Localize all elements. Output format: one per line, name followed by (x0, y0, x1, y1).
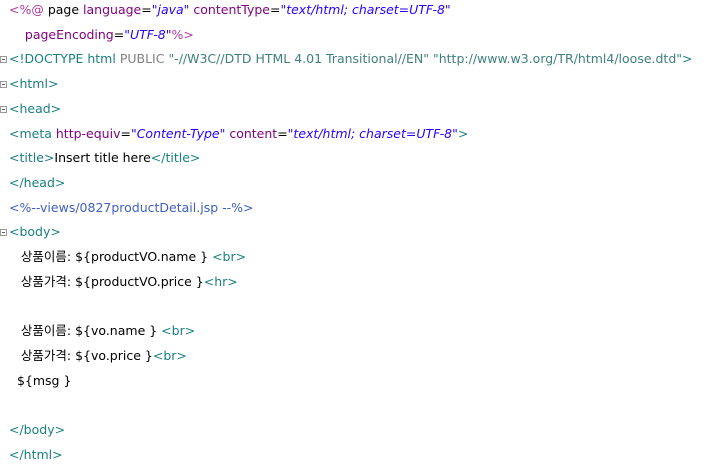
code-token: "UTF-8" (124, 26, 172, 42)
code-token: "text/html; charset=UTF-8" (280, 2, 451, 17)
code-token: <html> (9, 76, 59, 92)
code-token: = (269, 2, 281, 17)
code-token: "-//W3C//DTD HTML 4.01 Transitional//EN"… (168, 51, 683, 67)
code-token: "java" (151, 2, 190, 17)
code-token: "Content-Type" (130, 125, 226, 141)
code-token: </html> (9, 446, 63, 462)
code-token: page (47, 2, 84, 17)
code-line[interactable]: <meta http-equiv="Content-Type" content=… (9, 124, 468, 144)
code-token: <title> (9, 150, 55, 166)
code-line[interactable]: <title>Insert title here</title> (9, 148, 200, 168)
code-token: 상품이름: ${vo.name } (9, 323, 162, 339)
code-token: ${msg } (9, 372, 72, 388)
code-editor[interactable]: <%@ page language="java" contentType="te… (0, 0, 720, 471)
code-line[interactable]: 상품가격: ${vo.price }<br> (9, 346, 187, 366)
code-token: <body> (9, 224, 61, 240)
code-line[interactable]: <html> (9, 74, 58, 94)
code-line[interactable]: </html> (9, 445, 63, 465)
code-token: = (141, 2, 152, 17)
code-token: <hr> (203, 273, 238, 289)
code-line[interactable]: 상품가격: ${productVO.price }<hr> (9, 272, 238, 292)
code-token: <br> (212, 249, 247, 264)
code-line[interactable]: ${msg } (9, 371, 71, 391)
fold-toggle-icon[interactable] (0, 229, 7, 237)
code-token: <meta (9, 125, 56, 141)
code-line[interactable]: <!DOCTYPE html PUBLIC "-//W3C//DTD HTML … (9, 49, 693, 69)
code-line[interactable]: </head> (9, 173, 65, 193)
code-token: language (83, 2, 142, 17)
code-token: > (682, 51, 693, 67)
code-token: 상품가격: ${productVO.price } (9, 273, 204, 289)
code-token: http-equiv (55, 125, 121, 141)
code-token: <!DOCTYPE (9, 51, 88, 67)
code-line[interactable]: </body> (9, 420, 65, 440)
code-token: </head> (9, 174, 66, 190)
code-token: = (277, 125, 288, 141)
code-line[interactable]: <body> (9, 222, 61, 242)
code-token: <head> (9, 100, 62, 116)
code-token: pageEncoding (24, 26, 114, 42)
code-token: > (457, 125, 469, 141)
code-token: </body> (9, 421, 66, 437)
code-line[interactable]: 상품이름: ${vo.name } <br> (9, 321, 195, 341)
code-line[interactable]: 상품이름: ${productVO.name } <br> (9, 247, 246, 267)
code-token: html (87, 51, 120, 67)
code-line[interactable]: pageEncoding="UTF-8"%> (9, 25, 194, 45)
code-token: 상품가격: ${vo.price } (9, 347, 153, 363)
code-token: = (113, 26, 125, 42)
code-token: Insert title here (54, 150, 151, 166)
code-token: <br> (161, 323, 196, 339)
code-token: 상품이름: ${productVO.name } (9, 249, 213, 264)
code-token: <%--views/0827productDetail.jsp --%> (9, 199, 254, 215)
code-token: contentType (193, 2, 270, 17)
fold-toggle-icon[interactable] (0, 81, 7, 89)
code-token: <%@ (9, 2, 48, 17)
fold-toggle-icon[interactable] (0, 105, 7, 113)
code-token: </title> (150, 150, 201, 166)
code-line[interactable]: <%--views/0827productDetail.jsp --%> (9, 198, 254, 218)
fold-toggle-icon[interactable] (0, 56, 7, 64)
code-token: content (229, 125, 278, 141)
code-token: <br> (152, 347, 187, 363)
code-token: %> (171, 26, 194, 42)
code-token: = (120, 125, 131, 141)
code-token: "text/html; charset=UTF-8" (287, 125, 458, 141)
code-line[interactable]: <%@ page language="java" contentType="te… (9, 0, 451, 20)
code-line[interactable]: <head> (9, 99, 61, 119)
code-token: PUBLIC (119, 51, 169, 67)
